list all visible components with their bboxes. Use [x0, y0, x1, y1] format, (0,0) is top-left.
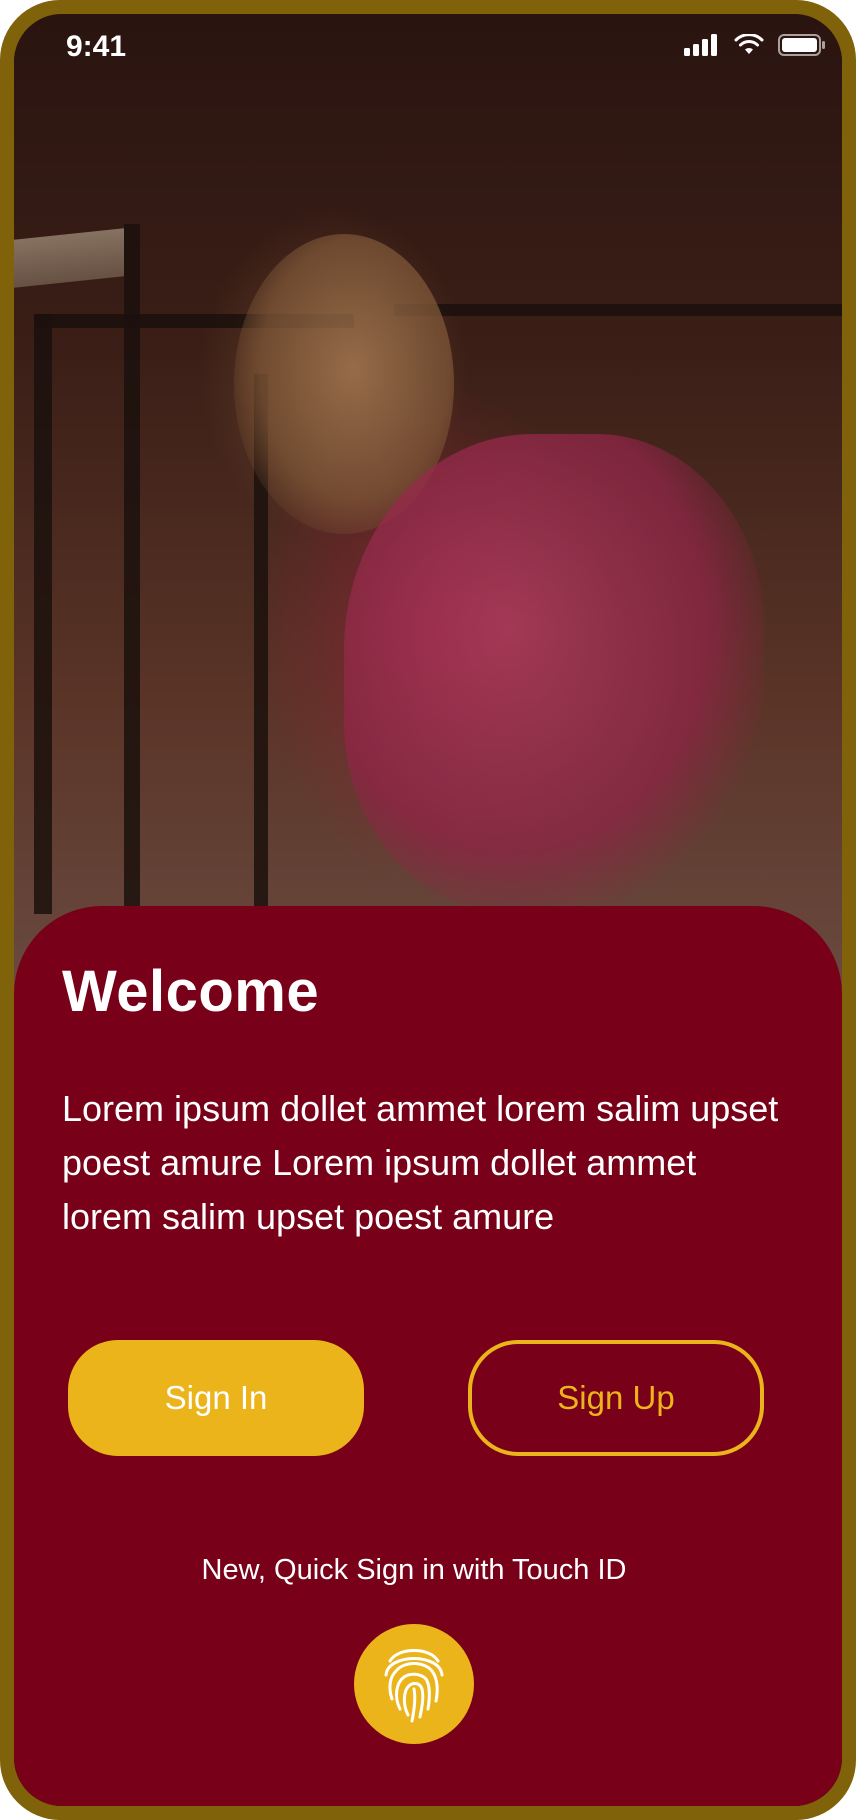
battery-icon — [778, 34, 826, 56]
status-icons — [684, 34, 826, 56]
hero-photo — [14, 14, 842, 994]
touch-id-button[interactable] — [354, 1624, 474, 1744]
welcome-title: Welcome — [62, 959, 320, 1024]
cellular-signal-icon — [684, 34, 720, 56]
phone-frame: 9:41 Welcome Lorem ipsum dollet ammet lo… — [0, 0, 856, 1820]
app-screen — [14, 14, 842, 1806]
device-notch — [338, 0, 516, 12]
sign-in-button[interactable]: Sign In — [68, 1340, 364, 1456]
rack-bar — [394, 304, 842, 316]
status-time: 9:41 — [66, 30, 127, 63]
athlete-body — [344, 434, 764, 914]
wifi-icon — [734, 34, 764, 56]
fingerprint-icon — [378, 1639, 450, 1729]
welcome-body-text: Lorem ipsum dollet ammet lorem salim ups… — [62, 1088, 779, 1237]
touch-id-label: New, Quick Sign in with Touch ID — [201, 1554, 627, 1586]
ceiling-light — [14, 228, 124, 288]
sign-up-button[interactable]: Sign Up — [468, 1340, 764, 1456]
rack-post — [34, 314, 52, 914]
